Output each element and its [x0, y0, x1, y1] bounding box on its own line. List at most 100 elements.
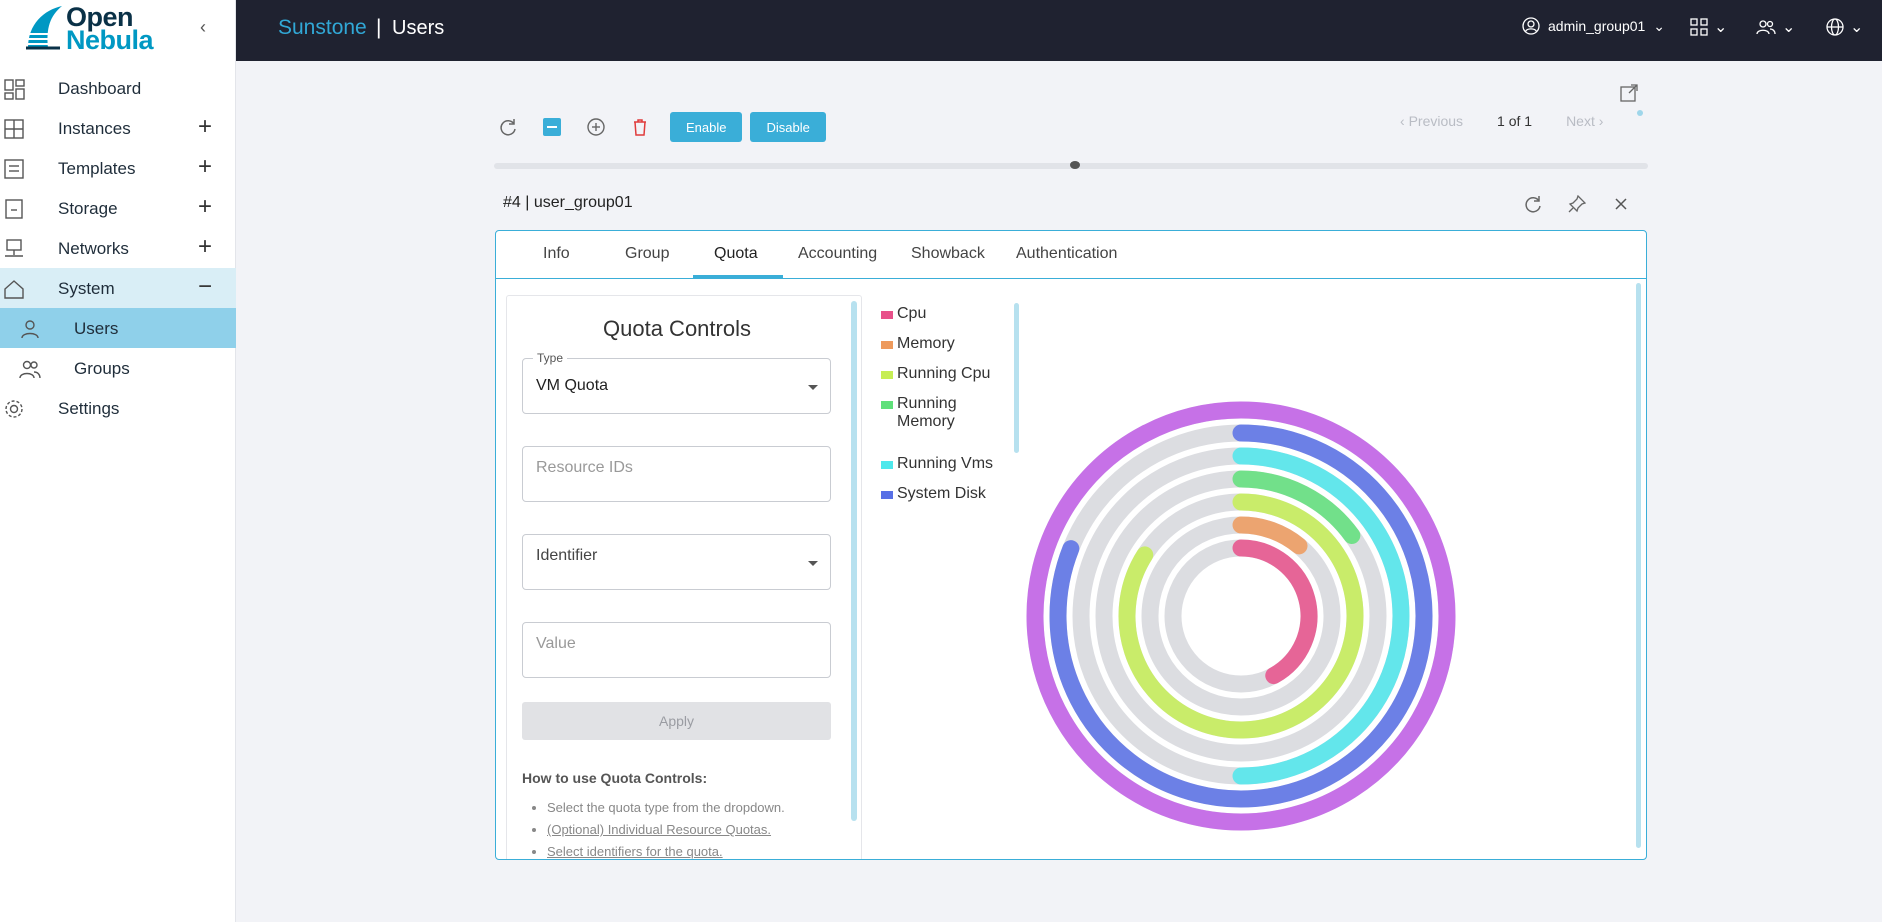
detail-title: #4 | user_group01	[503, 194, 633, 211]
sidebar-item-label: Templates	[58, 159, 136, 178]
user-menu[interactable]: admin_group01 ⌄	[1522, 17, 1665, 35]
chart-legend: Cpu Memory Running Cpu Running Memory Ru…	[881, 301, 1001, 511]
splitter-handle[interactable]	[1070, 161, 1080, 169]
trash-icon	[634, 119, 646, 136]
status-dot	[1637, 110, 1643, 116]
howto-step: Select the quota type from the dropdown.	[547, 800, 785, 815]
expand-icon[interactable]: +	[198, 154, 212, 180]
sidebar-nav: Dashboard Instances + Templates + Storag…	[0, 68, 236, 428]
legend-swatch	[881, 491, 893, 499]
chevron-down-icon: ⌄	[1653, 17, 1666, 34]
quota-type-select[interactable]: Type VM Quota	[522, 351, 831, 414]
legend-label: Running Vms	[897, 455, 994, 472]
external-link-icon[interactable]	[1620, 84, 1638, 102]
dashboard-icon	[4, 79, 25, 100]
views-menu[interactable]: ⌄	[1690, 17, 1727, 37]
sidebar-item-users[interactable]: Users	[0, 308, 236, 348]
storage-icon	[5, 199, 23, 219]
page-title: Users	[392, 17, 445, 39]
gear-icon	[5, 400, 23, 418]
select-value: VM Quota	[536, 377, 609, 394]
tab-info[interactable]: Info	[543, 245, 570, 263]
group-icon	[19, 360, 41, 379]
identifier-select[interactable]: Identifier	[522, 534, 831, 590]
grid-icon	[4, 119, 24, 139]
previous-label: Previous	[1408, 113, 1464, 129]
previous-page-button[interactable]: ‹ Previous	[1400, 113, 1463, 129]
legend-item[interactable]: Memory	[881, 331, 1001, 361]
panel-scrollbar[interactable]	[1636, 283, 1641, 848]
next-page-button[interactable]: Next ›	[1566, 113, 1603, 129]
sidebar-item-system[interactable]: System −	[0, 268, 236, 308]
collapse-icon[interactable]: −	[198, 274, 212, 300]
plus-circle-icon	[587, 118, 605, 136]
quota-controls-title: Quota Controls	[603, 316, 751, 341]
legend-item[interactable]: Running Cpu	[881, 361, 1001, 391]
close-detail-button[interactable]	[1609, 192, 1633, 216]
input-placeholder: Identifier	[536, 547, 598, 564]
refresh-detail-button[interactable]	[1521, 192, 1545, 216]
legend-item[interactable]: Running Vms	[881, 451, 1001, 481]
howto-step: Select identifiers for the quota.	[547, 844, 785, 859]
sidebar-item-dashboard[interactable]: Dashboard	[0, 68, 236, 108]
top-bar: Sunstone | Users admin_group01 ⌄ ⌄ ⌄ ⌄	[236, 0, 1882, 61]
tab-authentication[interactable]: Authentication	[1016, 245, 1117, 263]
groups-menu[interactable]: ⌄	[1756, 17, 1795, 37]
sidebar-item-storage[interactable]: Storage +	[0, 188, 236, 228]
sidebar-item-label: Groups	[74, 359, 130, 378]
sidebar-item-label: Storage	[58, 199, 118, 218]
quota-radial-chart	[1026, 401, 1456, 831]
toolbar: Enable Disable	[494, 110, 834, 144]
sidebar-item-label: Instances	[58, 119, 131, 138]
user-circle-icon	[1522, 17, 1540, 35]
resource-ids-input[interactable]: Resource IDs	[522, 446, 831, 502]
sidebar-item-groups[interactable]: Groups	[0, 348, 236, 388]
app-title: Sunstone	[278, 16, 367, 39]
sidebar-item-templates[interactable]: Templates +	[0, 148, 236, 188]
legend-scrollbar[interactable]	[1014, 303, 1019, 453]
logo-text-nebula: Nebula	[66, 25, 154, 55]
sidebar-item-settings[interactable]: Settings	[0, 388, 236, 428]
sidebar-item-networks[interactable]: Networks +	[0, 228, 236, 268]
refresh-button[interactable]	[494, 113, 522, 141]
howto-step[interactable]: (Optional) Individual Resource Quotas.	[547, 822, 785, 837]
expand-icon[interactable]: +	[198, 194, 212, 220]
delete-button[interactable]	[626, 113, 654, 141]
tab-quota[interactable]: Quota	[714, 245, 758, 263]
sidebar-item-label: Settings	[58, 399, 120, 418]
quota-scrollbar[interactable]	[851, 301, 857, 821]
disable-button[interactable]: Disable	[750, 112, 826, 142]
user-icon	[21, 320, 39, 339]
legend-swatch	[881, 461, 893, 469]
legend-item[interactable]: Cpu	[881, 301, 1001, 331]
expand-icon[interactable]: +	[198, 234, 212, 260]
username: admin_group01	[1548, 18, 1646, 34]
select-all-button[interactable]	[538, 113, 566, 141]
tab-bar: Info Group Quota Accounting Showback Aut…	[496, 231, 1646, 279]
sidebar-item-instances[interactable]: Instances +	[0, 108, 236, 148]
enable-button[interactable]: Enable	[670, 112, 743, 142]
tab-showback[interactable]: Showback	[911, 245, 985, 263]
legend-item[interactable]: Running Memory	[881, 391, 1001, 451]
add-button[interactable]	[582, 113, 610, 141]
tab-accounting[interactable]: Accounting	[798, 245, 877, 263]
minus-square-icon	[543, 118, 561, 136]
legend-item[interactable]: System Disk	[881, 481, 1001, 511]
chevron-down-icon: ⌄	[1714, 19, 1728, 36]
input-placeholder: Value	[536, 635, 576, 652]
brand-logo[interactable]: Open Nebula ‹	[0, 0, 236, 58]
tab-group[interactable]: Group	[625, 245, 669, 263]
close-icon	[1615, 198, 1627, 210]
apply-button[interactable]: Apply	[522, 702, 831, 740]
language-menu[interactable]: ⌄	[1826, 17, 1863, 37]
template-icon	[4, 159, 24, 179]
value-input[interactable]: Value	[522, 622, 831, 678]
sidebar-item-label: System	[58, 279, 115, 298]
quota-controls: Quota Controls Type VM Quota Resource ID…	[506, 295, 862, 859]
collapse-sidebar-icon[interactable]: ‹	[192, 16, 214, 38]
ring-arc-cpu[interactable]	[1232, 539, 1318, 685]
expand-icon[interactable]: +	[198, 114, 212, 140]
pin-button[interactable]	[1565, 192, 1589, 216]
legend-swatch	[881, 311, 893, 319]
network-icon	[5, 239, 23, 257]
